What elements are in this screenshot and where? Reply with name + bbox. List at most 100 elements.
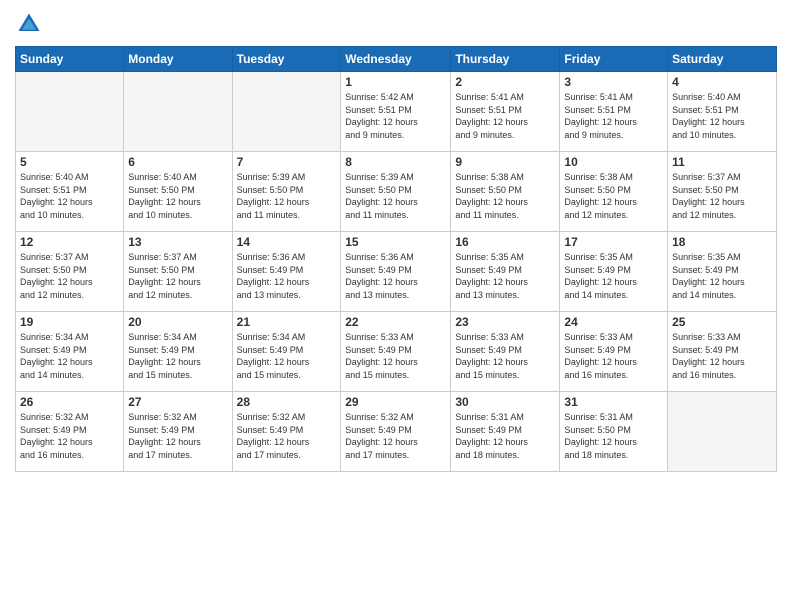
day-cell: 2 Sunrise: 5:41 AMSunset: 5:51 PMDaylight… [451, 72, 560, 152]
day-info: Sunrise: 5:32 AMSunset: 5:49 PMDaylight:… [128, 411, 227, 461]
week-row-5: 26 Sunrise: 5:32 AMSunset: 5:49 PMDayligh… [16, 392, 777, 472]
day-number: 26 [20, 395, 119, 409]
week-row-4: 19 Sunrise: 5:34 AMSunset: 5:49 PMDayligh… [16, 312, 777, 392]
day-cell: 10 Sunrise: 5:38 AMSunset: 5:50 PMDayligh… [560, 152, 668, 232]
day-info: Sunrise: 5:37 AMSunset: 5:50 PMDaylight:… [20, 251, 119, 301]
day-cell: 7 Sunrise: 5:39 AMSunset: 5:50 PMDaylight… [232, 152, 341, 232]
day-cell: 14Sunrise: 5:36 AMSunset: 5:49 PMDayligh… [232, 232, 341, 312]
day-cell: 20 Sunrise: 5:34 AMSunset: 5:49 PMDayligh… [124, 312, 232, 392]
week-row-2: 5 Sunrise: 5:40 AMSunset: 5:51 PMDaylight… [16, 152, 777, 232]
day-cell: 31Sunrise: 5:31 AMSunset: 5:50 PMDayligh… [560, 392, 668, 472]
day-info: Sunrise: 5:37 AMSunset: 5:50 PMDaylight:… [128, 251, 227, 301]
day-info: Sunrise: 5:41 AMSunset: 5:51 PMDaylight:… [564, 91, 663, 141]
weekday-tuesday: Tuesday [232, 47, 341, 72]
page-container: SundayMondayTuesdayWednesdayThursdayFrid… [0, 0, 792, 482]
day-info: Sunrise: 5:38 AMSunset: 5:50 PMDaylight:… [455, 171, 555, 221]
logo [15, 10, 47, 38]
day-cell: 23 Sunrise: 5:33 AMSunset: 5:49 PMDayligh… [451, 312, 560, 392]
weekday-friday: Friday [560, 47, 668, 72]
day-number: 9 [455, 155, 555, 169]
weekday-wednesday: Wednesday [341, 47, 451, 72]
day-number: 24 [564, 315, 663, 329]
day-number: 8 [345, 155, 446, 169]
day-number: 18 [672, 235, 772, 249]
day-cell: 26 Sunrise: 5:32 AMSunset: 5:49 PMDayligh… [16, 392, 124, 472]
week-row-3: 12 Sunrise: 5:37 AMSunset: 5:50 PMDayligh… [16, 232, 777, 312]
day-cell: 17 Sunrise: 5:35 AMSunset: 5:49 PMDayligh… [560, 232, 668, 312]
day-info: Sunrise: 5:39 AMSunset: 5:50 PMDaylight:… [345, 171, 446, 221]
day-number: 30 [455, 395, 555, 409]
day-number: 17 [564, 235, 663, 249]
day-number: 14 [237, 235, 337, 249]
day-number: 3 [564, 75, 663, 89]
day-cell: 25 Sunrise: 5:33 AMSunset: 5:49 PMDayligh… [668, 312, 777, 392]
day-info: Sunrise: 5:34 AMSunset: 5:49 PMDaylight:… [237, 331, 337, 381]
day-number: 5 [20, 155, 119, 169]
day-info: Sunrise: 5:35 AMSunset: 5:49 PMDaylight:… [455, 251, 555, 301]
day-info: Sunrise: 5:34 AMSunset: 5:49 PMDaylight:… [128, 331, 227, 381]
day-number: 1 [345, 75, 446, 89]
day-info: Sunrise: 5:33 AMSunset: 5:49 PMDaylight:… [455, 331, 555, 381]
day-cell [232, 72, 341, 152]
day-number: 13 [128, 235, 227, 249]
weekday-monday: Monday [124, 47, 232, 72]
day-cell: 16 Sunrise: 5:35 AMSunset: 5:49 PMDayligh… [451, 232, 560, 312]
day-cell: 15 Sunrise: 5:36 AMSunset: 5:49 PMDayligh… [341, 232, 451, 312]
day-cell: 19 Sunrise: 5:34 AMSunset: 5:49 PMDayligh… [16, 312, 124, 392]
day-info: Sunrise: 5:36 AMSunset: 5:49 PMDaylight:… [345, 251, 446, 301]
day-cell: 28 Sunrise: 5:32 AMSunset: 5:49 PMDayligh… [232, 392, 341, 472]
weekday-sunday: Sunday [16, 47, 124, 72]
day-number: 15 [345, 235, 446, 249]
day-cell: 8 Sunrise: 5:39 AMSunset: 5:50 PMDaylight… [341, 152, 451, 232]
day-number: 20 [128, 315, 227, 329]
day-info: Sunrise: 5:38 AMSunset: 5:50 PMDaylight:… [564, 171, 663, 221]
day-number: 2 [455, 75, 555, 89]
day-info: Sunrise: 5:39 AMSunset: 5:50 PMDaylight:… [237, 171, 337, 221]
day-cell [668, 392, 777, 472]
day-number: 16 [455, 235, 555, 249]
day-cell: 18 Sunrise: 5:35 AMSunset: 5:49 PMDayligh… [668, 232, 777, 312]
day-number: 21 [237, 315, 337, 329]
day-cell: 1Sunrise: 5:42 AMSunset: 5:51 PMDaylight… [341, 72, 451, 152]
day-number: 22 [345, 315, 446, 329]
day-cell: 6 Sunrise: 5:40 AMSunset: 5:50 PMDaylight… [124, 152, 232, 232]
day-number: 6 [128, 155, 227, 169]
day-number: 4 [672, 75, 772, 89]
day-number: 29 [345, 395, 446, 409]
day-info: Sunrise: 5:32 AMSunset: 5:49 PMDaylight:… [20, 411, 119, 461]
weekday-saturday: Saturday [668, 47, 777, 72]
day-number: 23 [455, 315, 555, 329]
day-info: Sunrise: 5:31 AMSunset: 5:49 PMDaylight:… [455, 411, 555, 461]
day-info: Sunrise: 5:41 AMSunset: 5:51 PMDaylight:… [455, 91, 555, 141]
day-info: Sunrise: 5:31 AMSunset: 5:50 PMDaylight:… [564, 411, 663, 461]
day-cell: 4 Sunrise: 5:40 AMSunset: 5:51 PMDaylight… [668, 72, 777, 152]
day-info: Sunrise: 5:40 AMSunset: 5:50 PMDaylight:… [128, 171, 227, 221]
day-cell: 5 Sunrise: 5:40 AMSunset: 5:51 PMDaylight… [16, 152, 124, 232]
day-cell: 30 Sunrise: 5:31 AMSunset: 5:49 PMDayligh… [451, 392, 560, 472]
day-cell: 29 Sunrise: 5:32 AMSunset: 5:49 PMDayligh… [341, 392, 451, 472]
day-info: Sunrise: 5:33 AMSunset: 5:49 PMDaylight:… [672, 331, 772, 381]
day-number: 25 [672, 315, 772, 329]
day-info: Sunrise: 5:40 AMSunset: 5:51 PMDaylight:… [672, 91, 772, 141]
day-number: 28 [237, 395, 337, 409]
day-cell: 3 Sunrise: 5:41 AMSunset: 5:51 PMDaylight… [560, 72, 668, 152]
day-info: Sunrise: 5:32 AMSunset: 5:49 PMDaylight:… [345, 411, 446, 461]
day-cell: 11Sunrise: 5:37 AMSunset: 5:50 PMDayligh… [668, 152, 777, 232]
day-info: Sunrise: 5:33 AMSunset: 5:49 PMDaylight:… [345, 331, 446, 381]
weekday-header-row: SundayMondayTuesdayWednesdayThursdayFrid… [16, 47, 777, 72]
day-info: Sunrise: 5:35 AMSunset: 5:49 PMDaylight:… [564, 251, 663, 301]
day-info: Sunrise: 5:34 AMSunset: 5:49 PMDaylight:… [20, 331, 119, 381]
header [15, 10, 777, 38]
day-info: Sunrise: 5:40 AMSunset: 5:51 PMDaylight:… [20, 171, 119, 221]
day-cell [16, 72, 124, 152]
weekday-thursday: Thursday [451, 47, 560, 72]
day-info: Sunrise: 5:32 AMSunset: 5:49 PMDaylight:… [237, 411, 337, 461]
week-row-1: 1Sunrise: 5:42 AMSunset: 5:51 PMDaylight… [16, 72, 777, 152]
day-cell: 21 Sunrise: 5:34 AMSunset: 5:49 PMDayligh… [232, 312, 341, 392]
day-number: 12 [20, 235, 119, 249]
day-cell: 12 Sunrise: 5:37 AMSunset: 5:50 PMDayligh… [16, 232, 124, 312]
day-info: Sunrise: 5:35 AMSunset: 5:49 PMDaylight:… [672, 251, 772, 301]
day-number: 7 [237, 155, 337, 169]
day-number: 10 [564, 155, 663, 169]
day-number: 19 [20, 315, 119, 329]
